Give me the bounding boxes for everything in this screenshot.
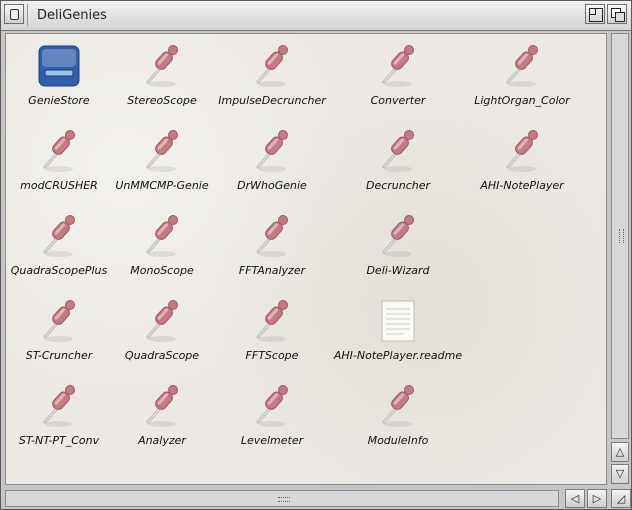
- vertical-scroll-grip[interactable]: [619, 229, 624, 243]
- icon-item[interactable]: AHI-NotePlayer: [462, 127, 582, 207]
- icon-label: AHI-NotePlayer.readme: [333, 349, 463, 362]
- screwdriver-icon: [250, 212, 294, 260]
- deligenies-window: DeliGenies GenieStore StereoScope Impuls…: [0, 0, 632, 510]
- scroll-down-button[interactable]: ▽: [611, 464, 629, 484]
- icon-item[interactable]: Deli-Wizard: [338, 212, 458, 292]
- icon-label: DrWhoGenie: [237, 179, 307, 192]
- icon-item[interactable]: StereoScope: [102, 42, 222, 122]
- icon-item[interactable]: ImpulseDecruncher: [212, 42, 332, 122]
- icon-item[interactable]: Decruncher: [338, 127, 458, 207]
- screwdriver-icon: [500, 42, 544, 90]
- window-title: DeliGenies: [37, 8, 107, 23]
- document-icon: [376, 297, 420, 345]
- icon-label: FFTAnalyzer: [238, 264, 306, 277]
- icon-item[interactable]: Converter: [338, 42, 458, 122]
- screwdriver-icon: [37, 127, 81, 175]
- icon-label: Converter: [370, 94, 426, 107]
- screwdriver-icon: [376, 127, 420, 175]
- screwdriver-icon: [37, 382, 81, 430]
- icon-label: Decruncher: [365, 179, 431, 192]
- vertical-scrollbar[interactable]: [611, 33, 629, 439]
- icon-item[interactable]: FFTAnalyzer: [212, 212, 332, 292]
- horizontal-scrollbar[interactable]: [5, 490, 559, 507]
- icon-item[interactable]: Analyzer: [102, 382, 222, 462]
- icon-item[interactable]: LightOrgan_Color: [462, 42, 582, 122]
- scroll-right-button[interactable]: ▷: [587, 489, 607, 508]
- icon-item[interactable]: MonoScope: [102, 212, 222, 292]
- title-bar[interactable]: DeliGenies: [1, 1, 631, 31]
- icon-item[interactable]: Levelmeter: [212, 382, 332, 462]
- screwdriver-icon: [37, 212, 81, 260]
- screwdriver-icon: [376, 212, 420, 260]
- icon-label: ModuleInfo: [367, 434, 429, 447]
- icon-label: Deli-Wizard: [366, 264, 430, 277]
- screwdriver-icon: [140, 297, 184, 345]
- icon-label: AHI-NotePlayer: [480, 179, 564, 192]
- close-button[interactable]: [4, 4, 24, 24]
- screwdriver-icon: [37, 297, 81, 345]
- resize-button[interactable]: ◿: [611, 489, 631, 508]
- title-separator: [27, 4, 28, 26]
- screwdriver-icon: [140, 382, 184, 430]
- scroll-up-button[interactable]: △: [611, 442, 629, 462]
- icon-item[interactable]: FFTScope: [212, 297, 332, 377]
- screwdriver-icon: [250, 382, 294, 430]
- icon-item[interactable]: UnMMCMP-Genie: [102, 127, 222, 207]
- icon-area: GenieStore StereoScope ImpulseDecruncher: [5, 33, 607, 485]
- icon-item[interactable]: ModuleInfo: [338, 382, 458, 462]
- depth-button[interactable]: [607, 4, 627, 24]
- screwdriver-icon: [140, 42, 184, 90]
- icon-item[interactable]: QuadraScope: [102, 297, 222, 377]
- screwdriver-icon: [500, 127, 544, 175]
- icon-item[interactable]: AHI-NotePlayer.readme: [334, 297, 462, 377]
- screwdriver-icon: [376, 382, 420, 430]
- screwdriver-icon: [140, 212, 184, 260]
- screwdriver-icon: [250, 127, 294, 175]
- horizontal-scroll-grip[interactable]: [278, 497, 290, 502]
- icon-label: ImpulseDecruncher: [218, 94, 326, 107]
- screwdriver-icon: [250, 297, 294, 345]
- drive-icon: [37, 42, 81, 90]
- screwdriver-icon: [376, 42, 420, 90]
- screwdriver-icon: [250, 42, 294, 90]
- icon-label: FFTScope: [245, 349, 299, 362]
- icon-label: Levelmeter: [240, 434, 304, 447]
- screwdriver-icon: [140, 127, 184, 175]
- icon-label: LightOrgan_Color: [474, 94, 570, 107]
- icon-item[interactable]: DrWhoGenie: [212, 127, 332, 207]
- zoom-button[interactable]: [585, 4, 605, 24]
- scroll-left-button[interactable]: ◁: [565, 489, 585, 508]
